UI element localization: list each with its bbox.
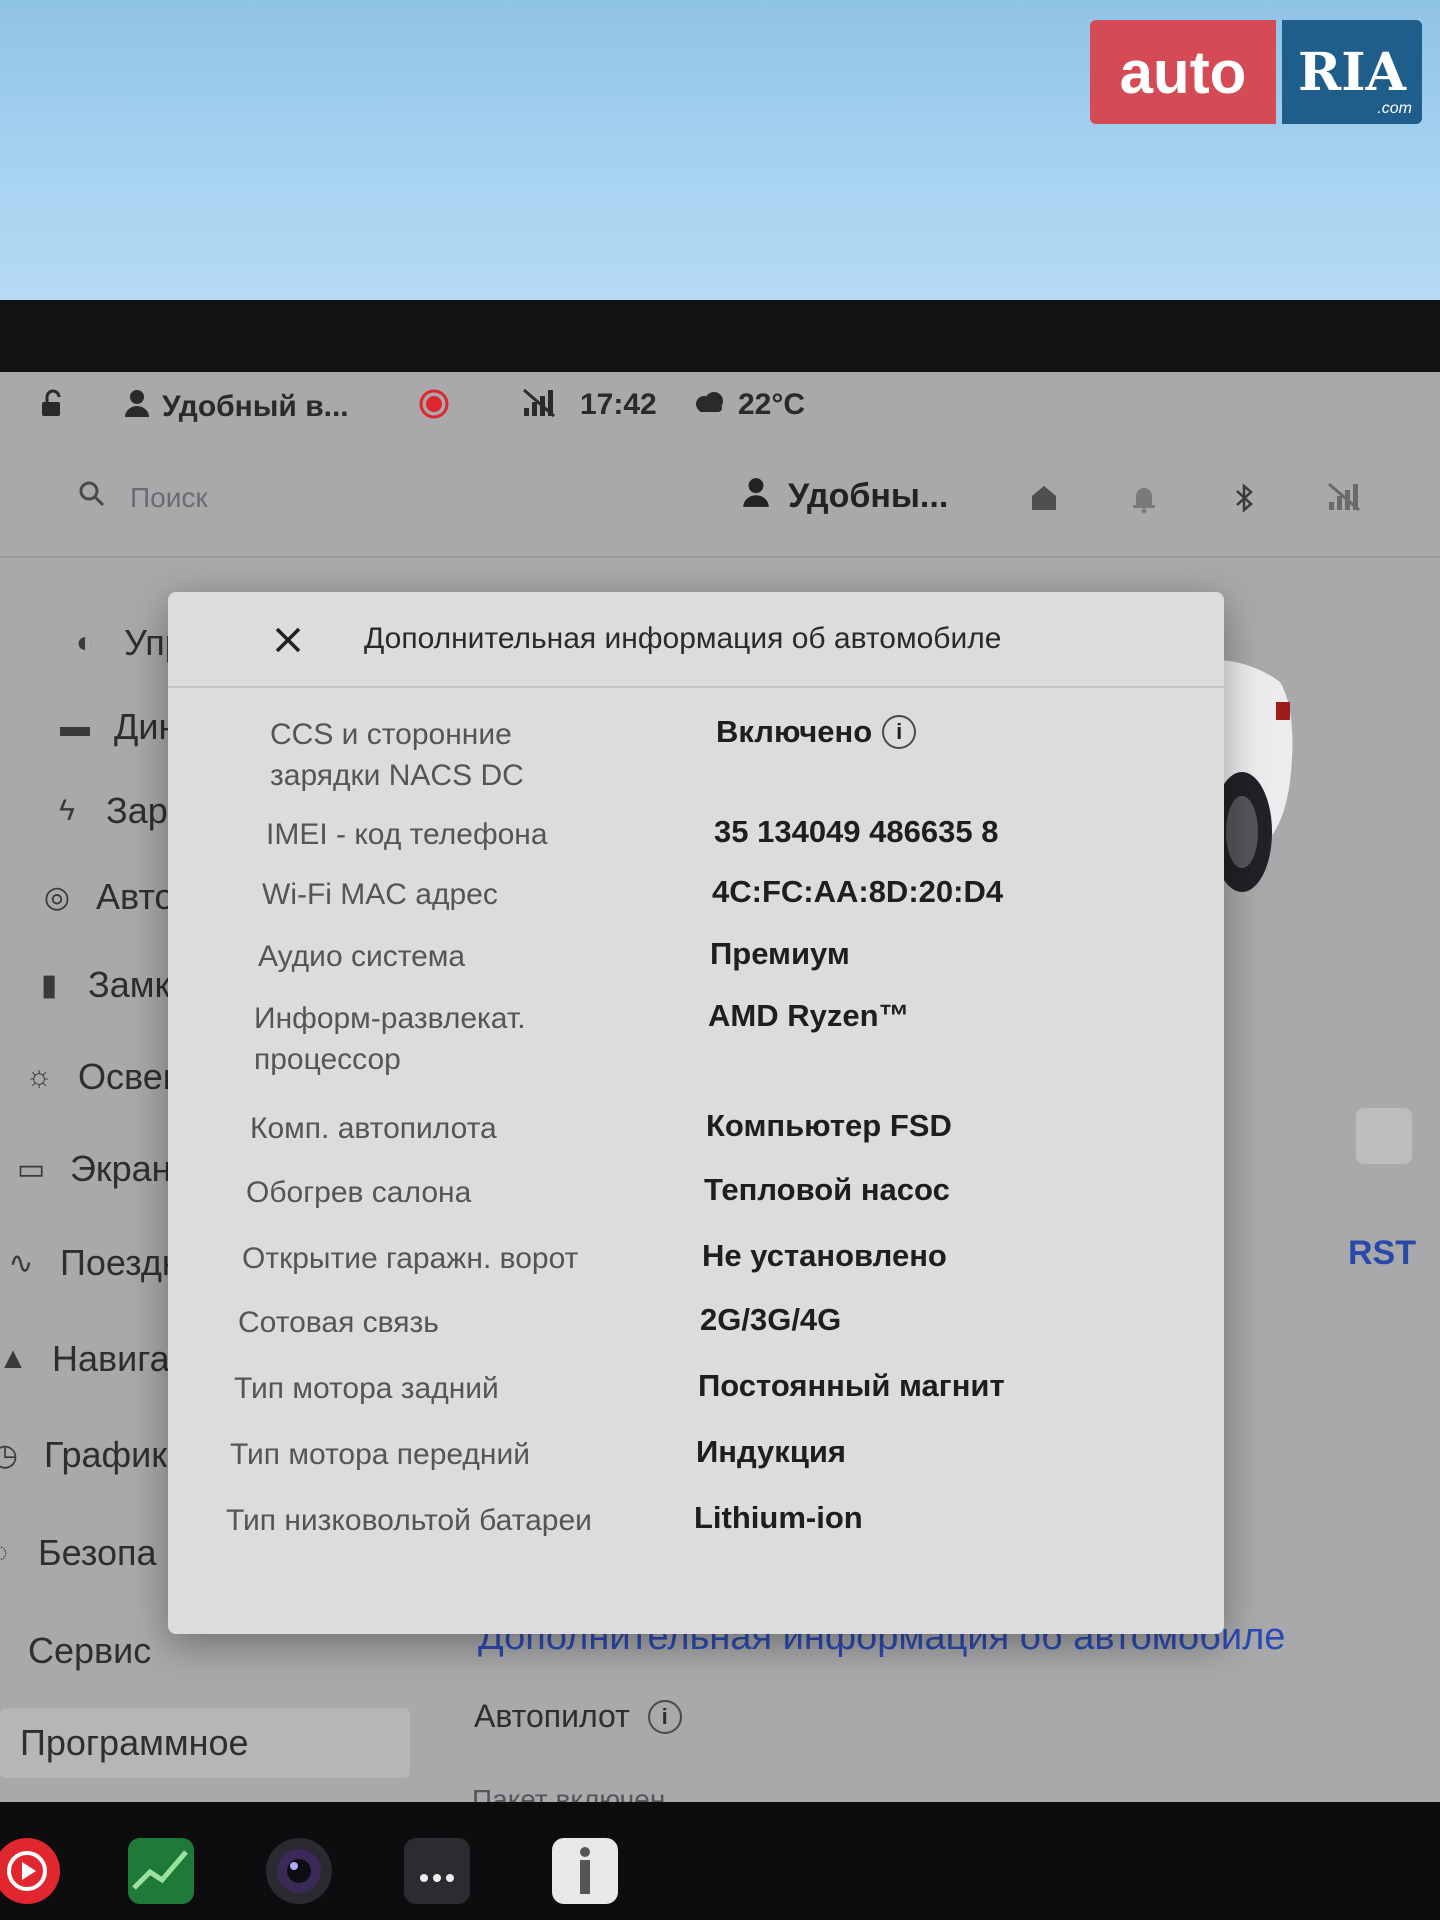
status-bar: Удобный в... 17:42 22°C: [0, 372, 1440, 442]
sidebar-item-schedule[interactable]: ◷ График: [0, 1434, 167, 1476]
row-value: Компьютер FSD: [706, 1108, 952, 1143]
schedule-icon: ◷: [0, 1438, 19, 1472]
info-icon[interactable]: i: [647, 1699, 682, 1734]
sidebar-item-lighting[interactable]: ☼ Освещ: [22, 1056, 192, 1098]
car-icon: ▬: [60, 710, 90, 743]
status-profile[interactable]: Удобный в...: [124, 388, 349, 426]
app-dock: [0, 1802, 1440, 1920]
lock-icon: ▮: [40, 968, 58, 1002]
no-signal-icon: [522, 388, 556, 418]
row-value: 35 134049 486635 8: [714, 814, 999, 849]
bluetooth-icon[interactable]: [1226, 482, 1262, 518]
status-profile-name: Удобный в...: [162, 390, 349, 423]
watermark-auto: auto: [1090, 20, 1276, 124]
autopilot-row: Автопилот i: [474, 1698, 682, 1735]
sidebar-item-software[interactable]: Программное: [0, 1708, 410, 1778]
home-icon[interactable]: [1026, 482, 1062, 518]
row-value: Тепловой насос: [704, 1172, 950, 1207]
search-placeholder: Поиск: [130, 481, 208, 513]
sidebar-item-navigation[interactable]: ▲ Навига: [0, 1338, 170, 1380]
watermark-ria: RIA .com: [1282, 20, 1422, 124]
camera-app-icon[interactable]: [266, 1838, 332, 1904]
navigation-icon: ▲: [0, 1342, 28, 1375]
safety-icon: ◌: [0, 1536, 16, 1570]
toggle-icon: ◐: [75, 626, 95, 659]
display-icon: ▭: [16, 1152, 46, 1186]
row-label: Тип мотора задний: [234, 1372, 499, 1405]
row-value: Включено i: [716, 714, 917, 750]
row-value: 2G/3G/4G: [700, 1302, 842, 1337]
reset-label[interactable]: RST: [1348, 1234, 1416, 1273]
sidebar-item-safety[interactable]: ◌Безопа: [0, 1532, 157, 1574]
modal-header: Дополнительная информация об автомобиле: [168, 592, 1224, 688]
search-input[interactable]: Поиск: [78, 480, 208, 515]
info-icon[interactable]: i: [882, 715, 917, 749]
row-label: Открытие гаражн. ворот: [242, 1242, 579, 1275]
clock: 17:42: [580, 388, 657, 421]
row-value: Постоянный магнит: [698, 1368, 1005, 1403]
row-label: Тип низковольтой батареи: [226, 1504, 592, 1537]
weather: 22°C: [692, 388, 805, 422]
no-signal-icon: [1326, 482, 1362, 518]
row-value: Премиум: [710, 936, 850, 971]
bolt-icon: ϟ: [59, 794, 75, 827]
person-icon: [742, 476, 770, 517]
row-label: CCS и сторонние зарядки NACS DC: [270, 718, 524, 792]
manual-app-icon[interactable]: [552, 1838, 618, 1904]
row-label: IMEI - код телефона: [266, 818, 548, 851]
row-label: Комп. автопилота: [250, 1112, 497, 1145]
trips-icon: ∿: [8, 1246, 34, 1280]
row-label: Тип мотора передний: [230, 1438, 531, 1471]
profile-button[interactable]: Удобны...: [742, 476, 948, 517]
sidebar-item-trips[interactable]: ∿ Поездк: [4, 1242, 177, 1284]
record-icon[interactable]: [418, 388, 450, 420]
row-value: AMD Ryzen™: [708, 998, 910, 1033]
row-label: Обогрев салона: [246, 1176, 472, 1209]
car-display: Удобный в... 17:42 22°C Поиск Удобны... …: [0, 372, 1440, 1804]
sun-icon: ☼: [25, 1060, 53, 1093]
row-label: Сотовая связь: [238, 1306, 439, 1339]
row-label: Wi-Fi MAC адрес: [262, 878, 498, 911]
search-icon: [78, 480, 106, 515]
top-divider: [0, 556, 1440, 558]
top-bar: Поиск Удобны...: [0, 460, 1440, 548]
steering-wheel-icon: ◎: [43, 880, 71, 914]
profile-name: Удобны...: [788, 477, 949, 515]
sidebar-item-locks[interactable]: ▮ Замки: [32, 964, 191, 1006]
more-apps-icon[interactable]: [404, 1838, 470, 1904]
media-app-icon[interactable]: [0, 1838, 60, 1904]
row-value: Lithium-ion: [694, 1500, 863, 1535]
close-icon[interactable]: [274, 614, 302, 664]
row-value: Не установлено: [702, 1238, 947, 1273]
modal-title: Дополнительная информация об автомобиле: [364, 622, 1002, 655]
energy-app-icon[interactable]: [128, 1838, 194, 1904]
unlock-icon[interactable]: [38, 388, 70, 420]
row-value: Индукция: [696, 1434, 847, 1469]
cloud-icon: [692, 388, 726, 422]
person-icon: [124, 388, 150, 426]
row-label: Аудио система: [258, 940, 466, 973]
package-status: Пакет включен: [472, 1784, 666, 1804]
autopilot-label: Автопилот: [474, 1698, 630, 1734]
sidebar-item-display[interactable]: ▭ Экран: [14, 1148, 172, 1190]
autoria-watermark: auto RIA .com: [1090, 20, 1422, 124]
sidebar-item-service[interactable]: Сервис: [28, 1630, 151, 1672]
settings-toggle[interactable]: [1356, 1108, 1412, 1164]
row-label: Информ-развлекат. процессор: [254, 1002, 526, 1076]
vehicle-info-modal: Дополнительная информация об автомобиле …: [168, 592, 1224, 1634]
temperature: 22°C: [738, 388, 806, 421]
bell-icon[interactable]: [1126, 482, 1162, 518]
row-value: 4C:FC:AA:8D:20:D4: [712, 874, 1004, 909]
